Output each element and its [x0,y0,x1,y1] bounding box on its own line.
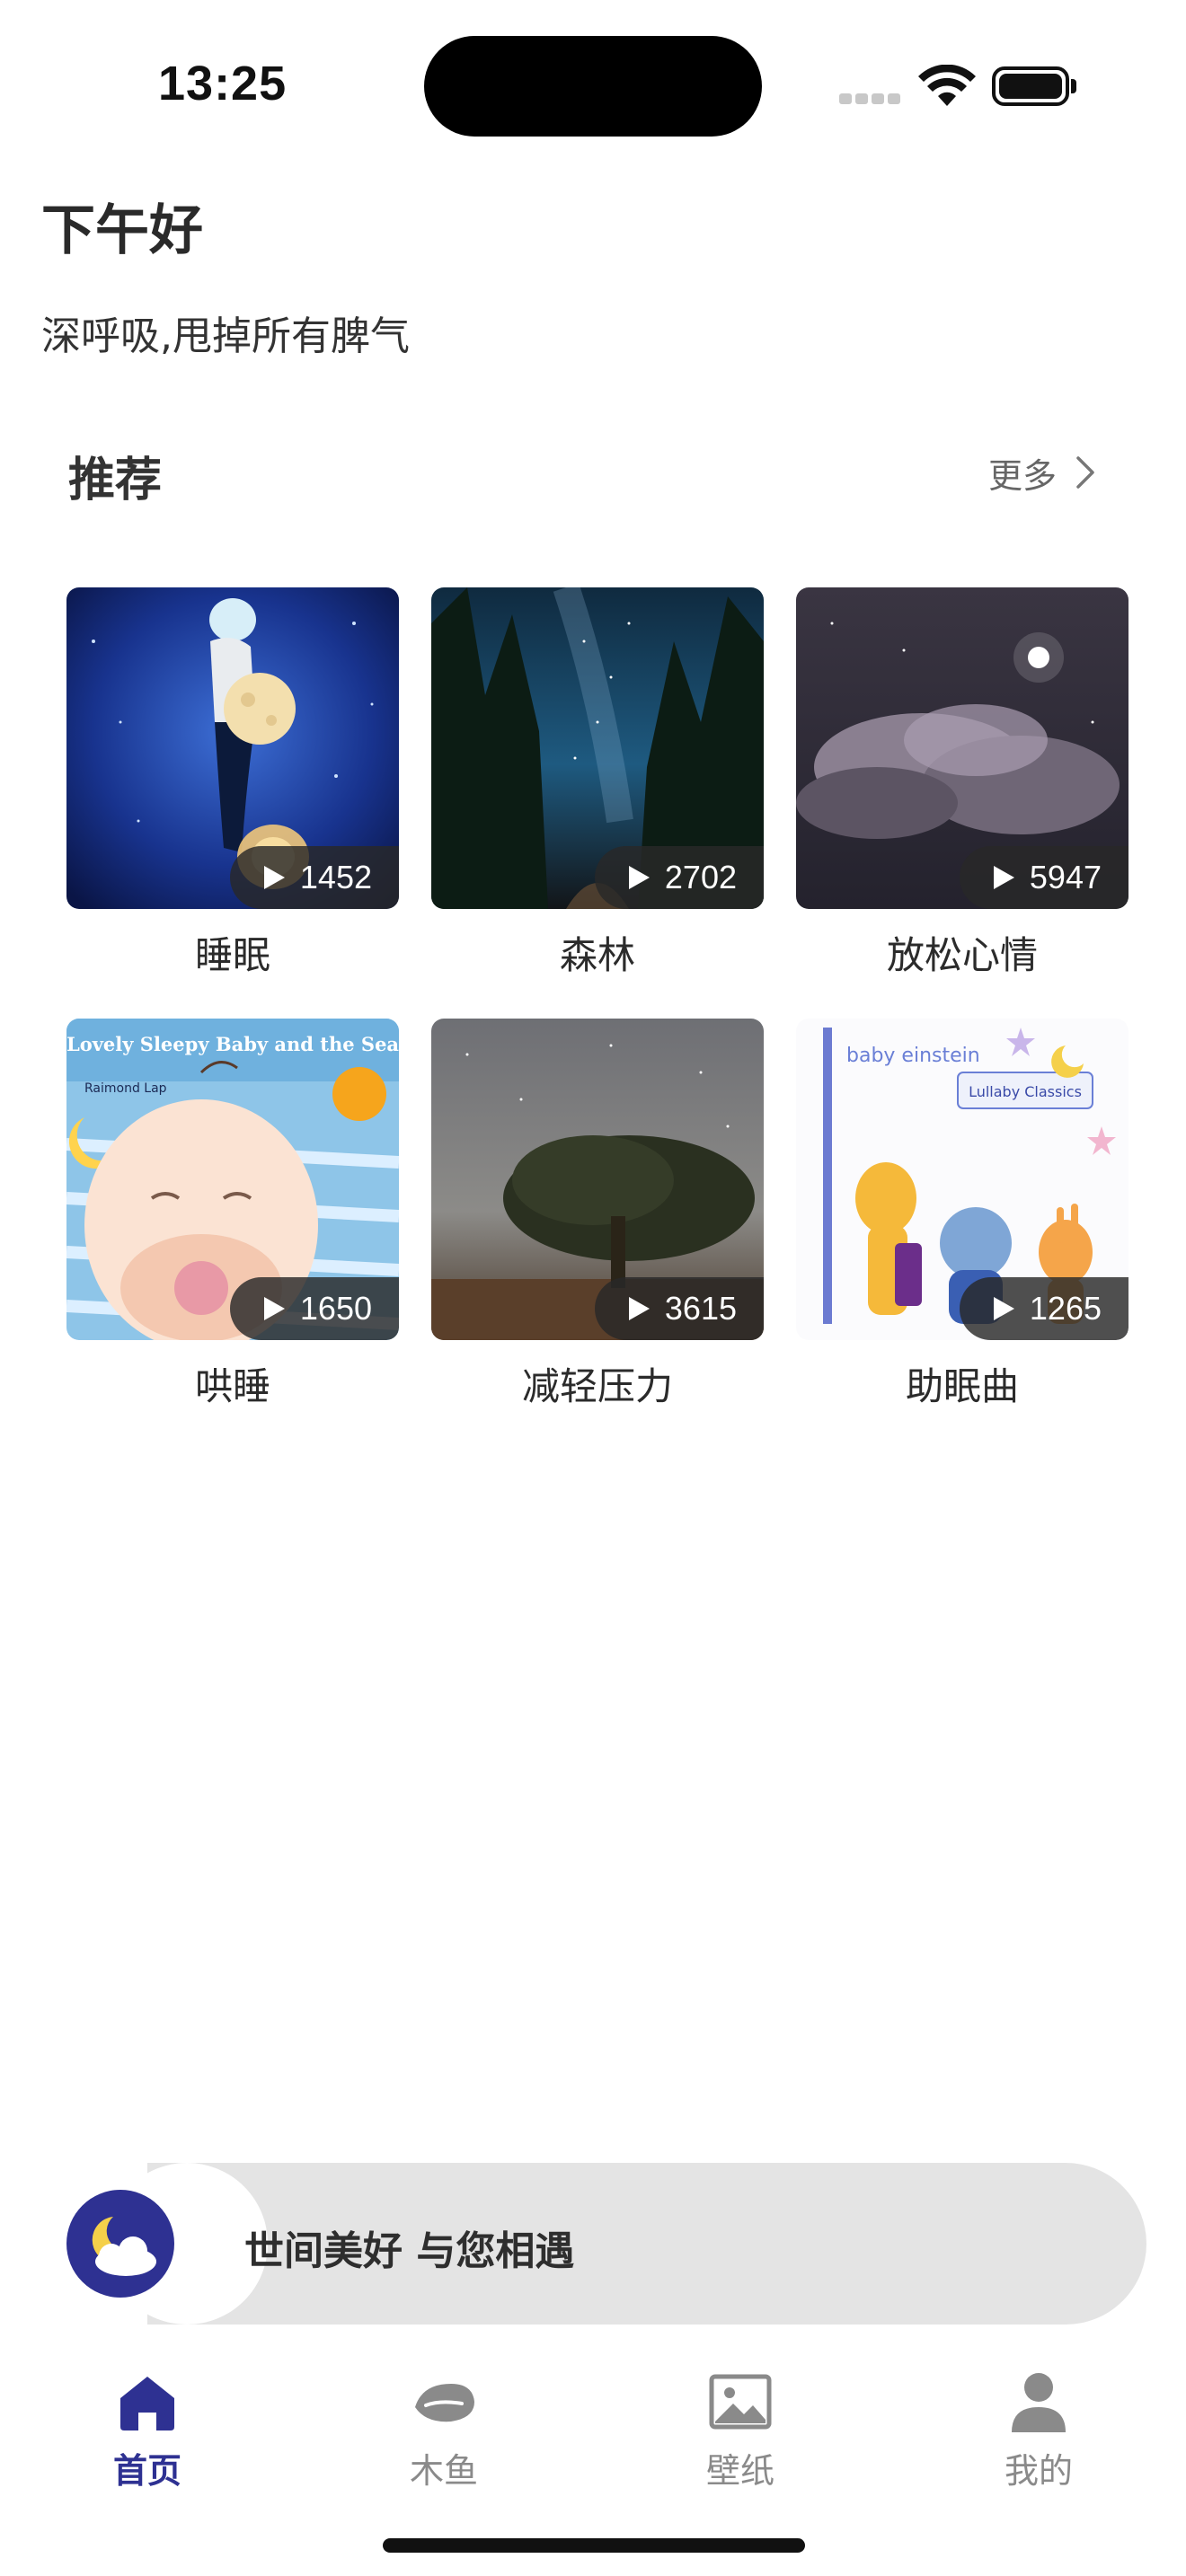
mini-player-message: 世间美好 与您相遇 [244,2228,575,2274]
status-bar: 13:25 [0,0,1186,180]
more-button[interactable]: 更多 [988,446,1107,499]
play-icon [628,1297,650,1320]
play-count-badge: 2702 [594,846,764,909]
play-icon [263,1297,285,1320]
card-thumbnail: 5947 [796,587,1128,909]
card-title: 睡眠 [194,933,270,977]
recommend-card-sleep[interactable]: 1452 睡眠 [66,587,399,980]
tab-bar: 首页 木鱼 壁纸 我的 [0,2351,1186,2491]
wifi-icon [918,65,976,106]
tab-wooden-fish[interactable]: 木鱼 [354,2351,534,2491]
play-count: 5947 [1029,859,1102,895]
play-count-badge: 1452 [229,846,399,909]
more-label: 更多 [988,455,1058,496]
greeting-title: 下午好 [41,199,203,262]
play-icon [263,866,285,889]
card-thumbnail: 2702 [431,587,764,909]
play-icon [993,866,1014,889]
lullaby-classics-text: Lullaby Classics [969,1083,1082,1100]
image-icon [709,2374,772,2430]
home-icon [120,2377,174,2430]
mini-player[interactable]: 世间美好 与您相遇 [61,2163,1146,2325]
play-count-badge: 5947 [959,846,1128,909]
recommend-card-relax[interactable]: 5947 放松心情 [796,587,1128,980]
play-count: 2702 [664,859,737,895]
baby-einstein-logo: baby einstein [846,1045,980,1067]
tab-home[interactable]: 首页 [58,2351,237,2491]
wooden-fish-icon [415,2384,474,2422]
card-title: 森林 [559,933,635,977]
tab-label: 壁纸 [705,2451,774,2491]
person-icon [1012,2373,1066,2432]
tab-label: 我的 [1004,2451,1073,2491]
play-count: 3615 [664,1290,737,1327]
greeting-tagline: 深呼吸,甩掉所有脾气 [41,313,410,359]
play-icon [993,1297,1014,1320]
moon-cloud-icon[interactable] [66,2190,174,2298]
play-count: 1452 [299,859,372,895]
recommend-card-lullaby[interactable]: Lovely Sleepy Baby and the Sea Raimond L… [66,1019,399,1411]
card-title: 放松心情 [886,933,1038,977]
card-thumbnail: 1452 [66,587,399,909]
card-thumbnail: baby einstein Lullaby Classics 1265 [796,1019,1128,1340]
recommend-card-lullaby-classics[interactable]: baby einstein Lullaby Classics 1265 助眠曲 [796,1019,1128,1411]
card-thumbnail: Lovely Sleepy Baby and the Sea Raimond L… [66,1019,399,1340]
play-icon [628,866,650,889]
play-count-badge: 3615 [594,1277,764,1340]
tab-label: 首页 [112,2451,181,2491]
recommend-card-forest[interactable]: 2702 森林 [431,587,764,980]
play-count-badge: 1650 [229,1277,399,1340]
tab-label: 木鱼 [409,2451,478,2491]
recommend-card-stress[interactable]: 3615 减轻压力 [431,1019,764,1411]
play-count: 1650 [299,1290,372,1327]
chevron-right-icon [1076,456,1094,489]
recommend-title: 推荐 [68,454,163,507]
play-count-badge: 1265 [959,1277,1128,1340]
tab-wallpaper[interactable]: 壁纸 [651,2351,830,2491]
card-title: 减轻压力 [521,1364,673,1408]
play-count: 1265 [1029,1290,1102,1327]
status-time: 13:25 [158,57,288,110]
cellular-signal-icon [839,93,902,106]
cover-artist-text: Raimond Lap [84,1081,167,1096]
card-thumbnail: 3615 [431,1019,764,1340]
card-title: 助眠曲 [905,1364,1019,1408]
battery-icon [992,66,1076,106]
cover-title-text: Lovely Sleepy Baby and the Sea [66,1033,399,1055]
card-title: 哄睡 [194,1364,270,1408]
tab-profile[interactable]: 我的 [949,2351,1128,2491]
dynamic-island [424,36,762,137]
home-indicator [383,2538,805,2553]
